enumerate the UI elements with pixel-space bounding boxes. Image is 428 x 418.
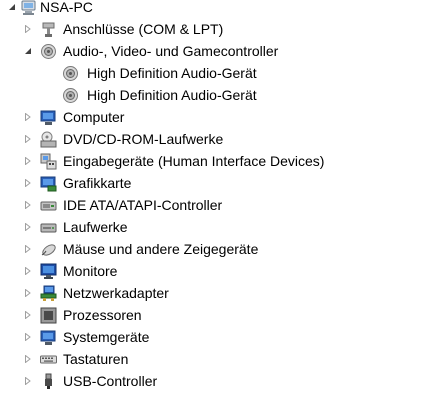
usb-icon — [40, 373, 57, 390]
tree-item-label: Audio-, Video- und Gamecontroller — [63, 43, 279, 59]
expand-arrow-icon[interactable] — [22, 238, 34, 260]
expand-arrow-icon[interactable] — [22, 150, 34, 172]
tree-root-label: NSA-PC — [40, 0, 93, 15]
tree-item-computer[interactable]: Computer — [0, 106, 428, 128]
tree-item-processors[interactable]: Prozessoren — [0, 304, 428, 326]
expand-arrow-icon[interactable] — [22, 128, 34, 150]
expand-arrow-icon[interactable] — [22, 106, 34, 128]
tree-item-label: Systemgeräte — [63, 329, 150, 345]
tree-subitem-label: High Definition Audio-Gerät — [87, 87, 257, 103]
tree-subitem-audio-device[interactable]: High Definition Audio-Gerät — [0, 84, 428, 106]
ide-controller-icon — [40, 197, 57, 214]
tree-item-drives[interactable]: Laufwerke — [0, 216, 428, 238]
tree-item-label: Tastaturen — [63, 351, 129, 367]
tree-item-ide[interactable]: IDE ATA/ATAPI-Controller — [0, 194, 428, 216]
expand-arrow-icon[interactable] — [22, 370, 34, 392]
hid-icon — [40, 153, 57, 170]
tree-item-system[interactable]: Systemgeräte — [0, 326, 428, 348]
monitor-icon — [40, 263, 57, 280]
tree-item-label: Netzwerkadapter — [63, 285, 169, 301]
collapse-arrow-icon[interactable] — [22, 40, 34, 62]
expand-arrow-icon[interactable] — [22, 216, 34, 238]
mouse-icon — [40, 241, 57, 258]
expand-arrow-icon[interactable] — [22, 304, 34, 326]
tree-item-graphics[interactable]: Grafikkarte — [0, 172, 428, 194]
tree-item-keyboards[interactable]: Tastaturen — [0, 348, 428, 370]
tree-item-ports[interactable]: Anschlüsse (COM & LPT) — [0, 18, 428, 40]
computer-icon — [40, 109, 57, 126]
speaker-icon — [62, 65, 79, 82]
computer-root-icon — [20, 0, 37, 16]
tree-item-label: Laufwerke — [63, 219, 128, 235]
keyboard-icon — [40, 351, 57, 368]
port-icon — [40, 21, 57, 38]
expand-arrow-icon[interactable] — [22, 282, 34, 304]
tree-root[interactable]: NSA-PC — [0, 0, 428, 18]
speaker-icon — [62, 87, 79, 104]
device-tree: NSA-PC Anschlüsse (COM & LPT) Audio-, Vi… — [0, 0, 428, 392]
tree-item-label: USB-Controller — [63, 373, 158, 389]
tree-item-label: Eingabegeräte (Human Interface Devices) — [63, 153, 325, 169]
expand-arrow-icon[interactable] — [22, 18, 34, 40]
tree-subitem-audio-device[interactable]: High Definition Audio-Gerät — [0, 62, 428, 84]
tree-item-label: Prozessoren — [63, 307, 142, 323]
tree-item-monitors[interactable]: Monitore — [0, 260, 428, 282]
tree-item-network[interactable]: Netzwerkadapter — [0, 282, 428, 304]
tree-item-dvd[interactable]: DVD/CD-ROM-Laufwerke — [0, 128, 428, 150]
tree-item-label: Anschlüsse (COM & LPT) — [63, 21, 224, 37]
collapse-arrow-icon[interactable] — [6, 0, 18, 18]
tree-item-usb[interactable]: USB-Controller — [0, 370, 428, 392]
tree-item-hid[interactable]: Eingabegeräte (Human Interface Devices) — [0, 150, 428, 172]
tree-item-mice[interactable]: Mäuse und andere Zeigegeräte — [0, 238, 428, 260]
tree-item-label: Computer — [63, 109, 125, 125]
expand-arrow-icon[interactable] — [22, 172, 34, 194]
system-devices-icon — [40, 329, 57, 346]
display-adapter-icon — [40, 175, 57, 192]
tree-item-label: DVD/CD-ROM-Laufwerke — [63, 131, 224, 147]
processor-icon — [40, 307, 57, 324]
tree-item-audio[interactable]: Audio-, Video- und Gamecontroller — [0, 40, 428, 62]
speaker-icon — [40, 43, 57, 60]
expand-arrow-icon[interactable] — [22, 194, 34, 216]
disk-drive-icon — [40, 219, 57, 236]
expand-arrow-icon[interactable] — [22, 348, 34, 370]
expand-arrow-icon[interactable] — [22, 326, 34, 348]
network-adapter-icon — [40, 285, 57, 302]
tree-subitem-label: High Definition Audio-Gerät — [87, 65, 257, 81]
dvd-drive-icon — [40, 131, 57, 148]
tree-item-label: Grafikkarte — [63, 175, 132, 191]
tree-item-label: Mäuse und andere Zeigegeräte — [63, 241, 259, 257]
tree-item-label: Monitore — [63, 263, 118, 279]
expand-arrow-icon[interactable] — [22, 260, 34, 282]
tree-item-label: IDE ATA/ATAPI-Controller — [63, 197, 223, 213]
